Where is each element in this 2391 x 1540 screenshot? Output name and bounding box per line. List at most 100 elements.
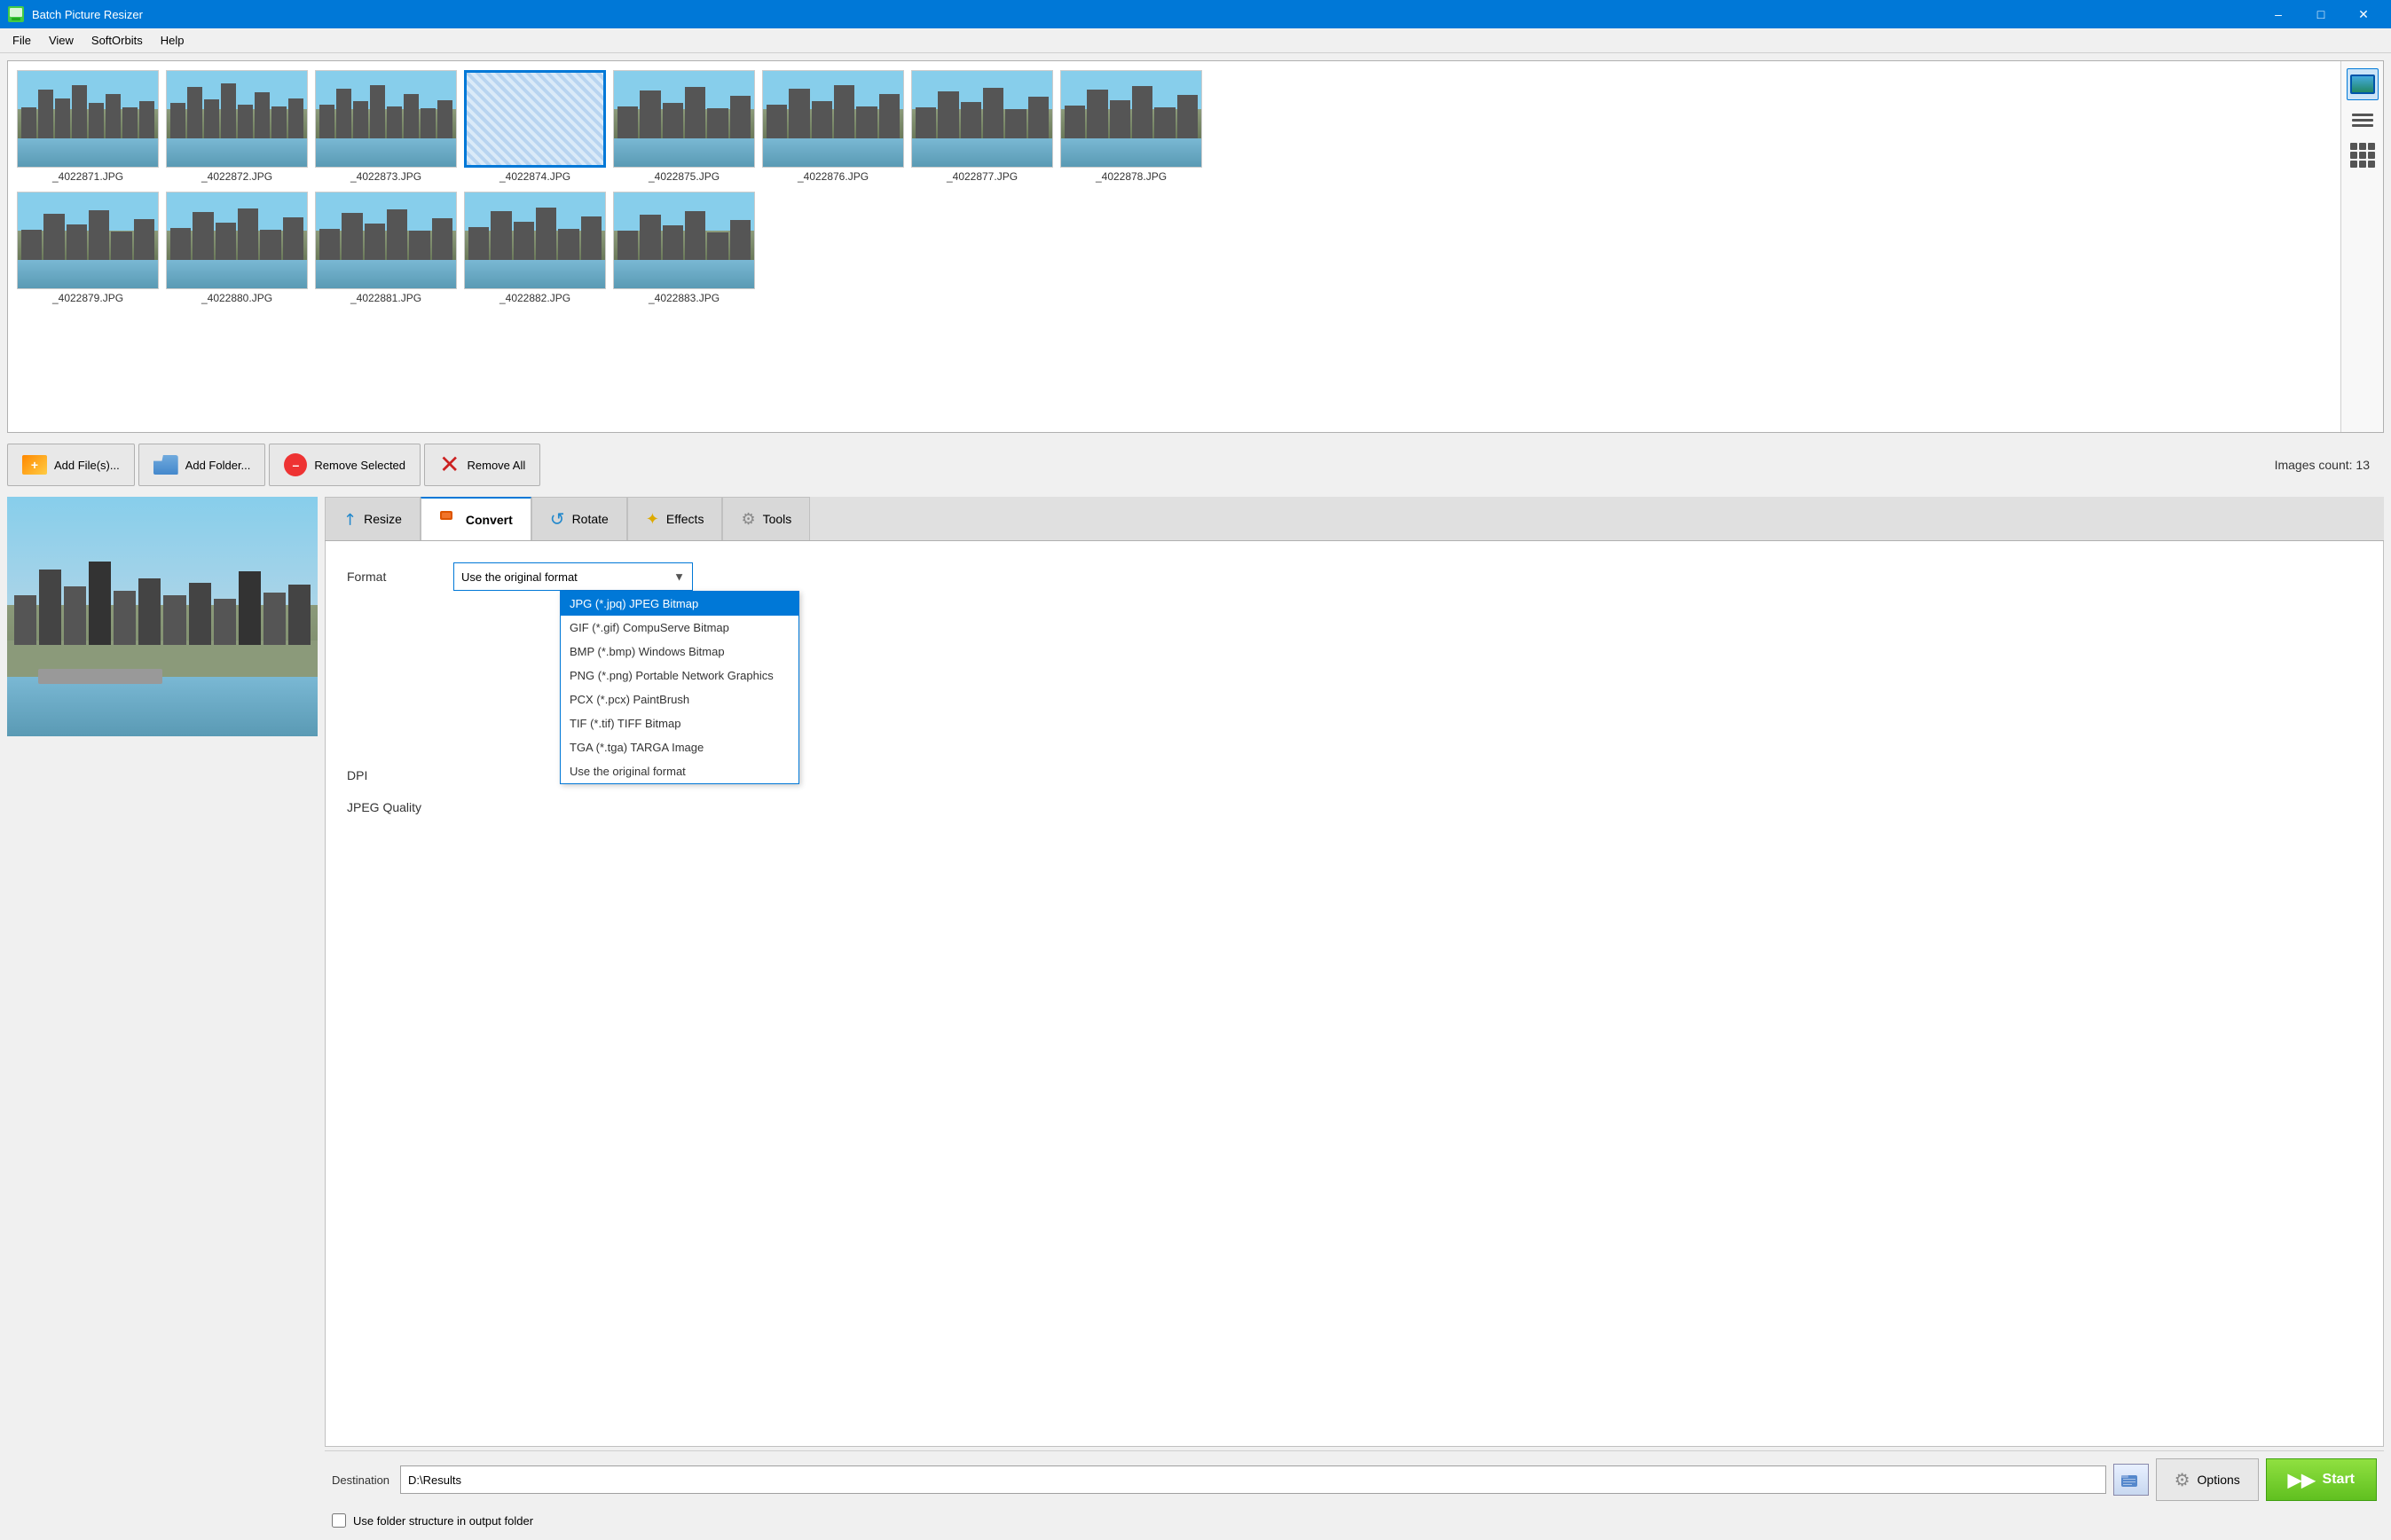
list-item[interactable]: _4022875.JPG — [613, 70, 755, 183]
dropdown-arrow-icon: ▼ — [673, 570, 685, 584]
start-label: Start — [2323, 1472, 2355, 1488]
dropdown-option-tga[interactable]: TGA (*.tga) TARGA Image — [561, 735, 798, 759]
folder-structure-checkbox[interactable] — [332, 1513, 346, 1528]
list-item[interactable]: _4022873.JPG — [315, 70, 457, 183]
tab-rotate-label: Rotate — [572, 512, 609, 526]
format-value: Use the original format — [461, 570, 578, 584]
options-button[interactable]: ⚙ Options — [2156, 1458, 2259, 1501]
start-arrow-icon: ▶▶ — [2288, 1469, 2316, 1491]
list-item[interactable]: _4022883.JPG — [613, 192, 755, 304]
dropdown-option-tif[interactable]: TIF (*.tif) TIFF Bitmap — [561, 711, 798, 735]
tab-resize[interactable]: ↗ Resize — [325, 497, 421, 540]
bottom-section: Destination ⚙ Options — [325, 1450, 2384, 1533]
tools-icon: ⚙ — [741, 510, 755, 529]
thumbnail-6 — [762, 70, 904, 168]
convert-icon — [439, 507, 459, 531]
image-label-11: _4022881.JPG — [350, 292, 421, 304]
add-folder-button[interactable]: Add Folder... — [138, 444, 266, 486]
destination-input[interactable] — [400, 1465, 2106, 1494]
format-label: Format — [347, 570, 453, 584]
image-label-1: _4022871.JPG — [52, 170, 123, 183]
format-select[interactable]: Use the original format ▼ — [453, 562, 693, 591]
resize-icon: ↗ — [339, 507, 362, 530]
thumbnail-3 — [315, 70, 457, 168]
remove-selected-label: Remove Selected — [314, 459, 405, 472]
destination-label: Destination — [332, 1473, 389, 1487]
add-files-label: Add File(s)... — [54, 459, 120, 472]
images-count: Images count: 13 — [2275, 458, 2370, 472]
tab-tools[interactable]: ⚙ Tools — [722, 497, 810, 540]
tab-convert[interactable]: Convert — [421, 497, 531, 540]
image-label-7: _4022877.JPG — [947, 170, 1018, 183]
menu-view[interactable]: View — [40, 30, 83, 51]
add-folder-label: Add Folder... — [185, 459, 251, 472]
destination-bar: Destination ⚙ Options — [325, 1450, 2384, 1508]
folder-structure-label: Use folder structure in output folder — [353, 1514, 533, 1528]
format-dropdown: JPG (*.jpq) JPEG Bitmap GIF (*.gif) Comp… — [560, 591, 799, 784]
list-item[interactable]: _4022876.JPG — [762, 70, 904, 183]
list-item[interactable]: _4022874.JPG — [464, 70, 606, 183]
menu-help[interactable]: Help — [152, 30, 193, 51]
dropdown-option-bmp[interactable]: BMP (*.bmp) Windows Bitmap — [561, 640, 798, 664]
dropdown-option-jpg[interactable]: JPG (*.jpq) JPEG Bitmap — [561, 592, 798, 616]
dropdown-option-original[interactable]: Use the original format — [561, 759, 798, 783]
thumbnail-4 — [464, 70, 606, 168]
list-item[interactable]: _4022877.JPG — [911, 70, 1053, 183]
dropdown-option-png[interactable]: PNG (*.png) Portable Network Graphics — [561, 664, 798, 688]
maximize-button[interactable]: □ — [2301, 0, 2341, 28]
gallery-content: _4022871.JPG — [8, 61, 2340, 432]
list-view-icon — [2352, 114, 2373, 127]
thumbnail-9 — [17, 192, 159, 289]
list-view-button[interactable] — [2347, 104, 2379, 136]
list-item[interactable]: _4022880.JPG — [166, 192, 308, 304]
thumbnail-5 — [613, 70, 755, 168]
image-label-10: _4022880.JPG — [201, 292, 272, 304]
add-files-button[interactable]: + Add File(s)... — [7, 444, 135, 486]
window-controls: – □ ✕ — [2258, 0, 2384, 28]
title-bar: Batch Picture Resizer – □ ✕ — [0, 0, 2391, 28]
minimize-button[interactable]: – — [2258, 0, 2299, 28]
right-panel: ↗ Resize Convert ↺ Rotate — [325, 497, 2384, 1533]
thumbnail-7 — [911, 70, 1053, 168]
tab-effects[interactable]: ✦ Effects — [627, 497, 723, 540]
image-label-2: _4022872.JPG — [201, 170, 272, 183]
destination-browse-button[interactable] — [2113, 1464, 2149, 1496]
checkbox-row: Use folder structure in output folder — [325, 1508, 2384, 1533]
options-gear-icon: ⚙ — [2175, 1469, 2190, 1491]
menu-file[interactable]: File — [4, 30, 40, 51]
remove-selected-button[interactable]: – Remove Selected — [269, 444, 421, 486]
grid-view-button[interactable] — [2347, 139, 2379, 171]
tab-rotate[interactable]: ↺ Rotate — [531, 497, 627, 540]
title-bar-left: Batch Picture Resizer — [7, 5, 143, 23]
image-label-8: _4022878.JPG — [1096, 170, 1167, 183]
close-button[interactable]: ✕ — [2343, 0, 2384, 28]
list-item[interactable]: _4022871.JPG — [17, 70, 159, 183]
list-item[interactable]: _4022872.JPG — [166, 70, 308, 183]
start-button[interactable]: ▶▶ Start — [2266, 1458, 2377, 1501]
list-item[interactable]: _4022879.JPG — [17, 192, 159, 304]
dropdown-option-gif[interactable]: GIF (*.gif) CompuServe Bitmap — [561, 616, 798, 640]
list-item[interactable]: _4022878.JPG — [1060, 70, 1202, 183]
remove-all-icon: ✕ — [439, 452, 460, 477]
tab-resize-label: Resize — [364, 512, 402, 526]
dropdown-option-pcx[interactable]: PCX (*.pcx) PaintBrush — [561, 688, 798, 711]
thumbnail-2 — [166, 70, 308, 168]
app-title: Batch Picture Resizer — [32, 8, 143, 21]
preview-road — [38, 669, 162, 683]
format-row: Format Use the original format ▼ JPG (*.… — [347, 562, 2362, 591]
remove-all-button[interactable]: ✕ Remove All — [424, 444, 540, 486]
tab-tools-label: Tools — [763, 512, 792, 526]
toolbar: + Add File(s)... Add Folder... – Remove … — [7, 440, 2384, 490]
image-label-3: _4022873.JPG — [350, 170, 421, 183]
tab-convert-label: Convert — [466, 513, 513, 527]
list-item[interactable]: _4022881.JPG — [315, 192, 457, 304]
format-select-wrapper: Use the original format ▼ JPG (*.jpq) JP… — [453, 562, 693, 591]
menu-softorbits[interactable]: SoftOrbits — [83, 30, 152, 51]
thumbnail-view-button[interactable] — [2347, 68, 2379, 100]
remove-all-label: Remove All — [468, 459, 526, 472]
dpi-label: DPI — [347, 768, 453, 782]
grid-view-icon — [2350, 143, 2375, 168]
list-item[interactable]: _4022882.JPG — [464, 192, 606, 304]
tab-effects-label: Effects — [666, 512, 704, 526]
options-label: Options — [2198, 1473, 2240, 1487]
